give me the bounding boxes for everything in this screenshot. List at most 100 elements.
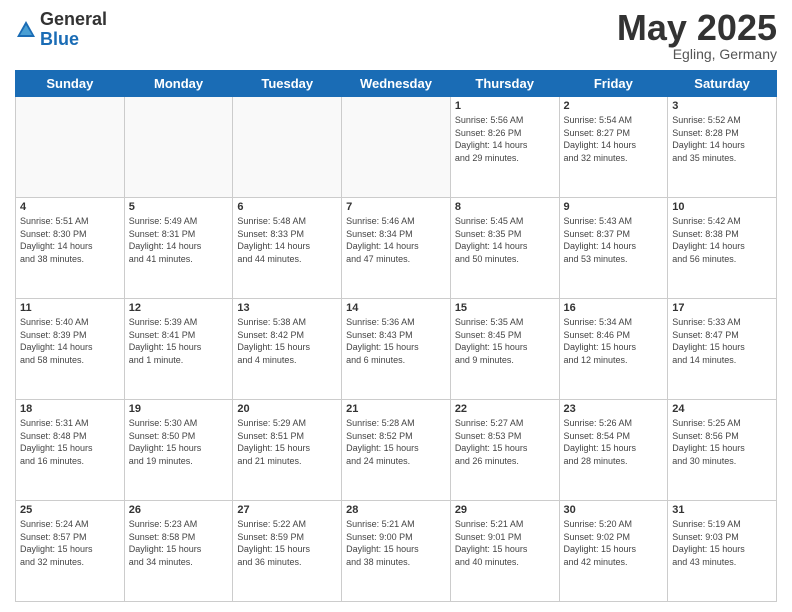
day-number: 26 <box>129 504 229 516</box>
day-info: Sunrise: 5:46 AM Sunset: 8:34 PM Dayligh… <box>346 215 446 265</box>
day-number: 3 <box>672 100 772 112</box>
day-number: 25 <box>20 504 120 516</box>
day-info: Sunrise: 5:43 AM Sunset: 8:37 PM Dayligh… <box>564 215 664 265</box>
table-row <box>16 97 125 198</box>
day-number: 30 <box>564 504 664 516</box>
location: Egling, Germany <box>617 46 777 62</box>
table-row: 31 Sunrise: 5:19 AM Sunset: 9:03 PM Dayli… <box>668 501 777 602</box>
day-number: 15 <box>455 302 555 314</box>
day-info: Sunrise: 5:51 AM Sunset: 8:30 PM Dayligh… <box>20 215 120 265</box>
day-info: Sunrise: 5:49 AM Sunset: 8:31 PM Dayligh… <box>129 215 229 265</box>
day-number: 9 <box>564 201 664 213</box>
logo-text: General Blue <box>40 10 107 50</box>
calendar-week-1: 4 Sunrise: 5:51 AM Sunset: 8:30 PM Daylig… <box>16 198 777 299</box>
calendar-week-4: 25Sunrise: 5:24 AM Sunset: 8:57 PM Dayli… <box>16 501 777 602</box>
calendar-table: Sunday Monday Tuesday Wednesday Thursday… <box>15 70 777 602</box>
day-number: 11 <box>20 302 120 314</box>
day-number: 18 <box>20 403 120 415</box>
day-info: Sunrise: 5:52 AM Sunset: 8:28 PM Dayligh… <box>672 114 772 164</box>
calendar-week-0: 1 Sunrise: 5:56 AM Sunset: 8:26 PM Daylig… <box>16 97 777 198</box>
day-info: Sunrise: 5:19 AM Sunset: 9:03 PM Dayligh… <box>672 518 772 568</box>
table-row: 10 Sunrise: 5:42 AM Sunset: 8:38 PM Dayli… <box>668 198 777 299</box>
table-row: 11 Sunrise: 5:40 AM Sunset: 8:39 PM Dayli… <box>16 299 125 400</box>
table-row: 2 Sunrise: 5:54 AM Sunset: 8:27 PM Daylig… <box>559 97 668 198</box>
table-row: 29Sunrise: 5:21 AM Sunset: 9:01 PM Dayli… <box>450 501 559 602</box>
table-row: 15 Sunrise: 5:35 AM Sunset: 8:45 PM Dayli… <box>450 299 559 400</box>
day-number: 13 <box>237 302 337 314</box>
day-number: 4 <box>20 201 120 213</box>
day-number: 5 <box>129 201 229 213</box>
col-monday: Monday <box>124 71 233 97</box>
day-number: 10 <box>672 201 772 213</box>
logo: General Blue <box>15 10 107 50</box>
day-number: 31 <box>672 504 772 516</box>
day-info: Sunrise: 5:28 AM Sunset: 8:52 PM Dayligh… <box>346 417 446 467</box>
day-info: Sunrise: 5:38 AM Sunset: 8:42 PM Dayligh… <box>237 316 337 366</box>
table-row: 25Sunrise: 5:24 AM Sunset: 8:57 PM Dayli… <box>16 501 125 602</box>
month-title: May 2025 <box>617 10 777 46</box>
table-row: 5 Sunrise: 5:49 AM Sunset: 8:31 PM Daylig… <box>124 198 233 299</box>
day-info: Sunrise: 5:36 AM Sunset: 8:43 PM Dayligh… <box>346 316 446 366</box>
table-row: 21 Sunrise: 5:28 AM Sunset: 8:52 PM Dayli… <box>342 400 451 501</box>
day-info: Sunrise: 5:42 AM Sunset: 8:38 PM Dayligh… <box>672 215 772 265</box>
day-number: 1 <box>455 100 555 112</box>
col-sunday: Sunday <box>16 71 125 97</box>
table-row: 9 Sunrise: 5:43 AM Sunset: 8:37 PM Daylig… <box>559 198 668 299</box>
day-info: Sunrise: 5:30 AM Sunset: 8:50 PM Dayligh… <box>129 417 229 467</box>
logo-blue: Blue <box>40 30 107 50</box>
table-row: 13 Sunrise: 5:38 AM Sunset: 8:42 PM Dayli… <box>233 299 342 400</box>
day-number: 20 <box>237 403 337 415</box>
col-wednesday: Wednesday <box>342 71 451 97</box>
col-saturday: Saturday <box>668 71 777 97</box>
day-info: Sunrise: 5:54 AM Sunset: 8:27 PM Dayligh… <box>564 114 664 164</box>
day-number: 12 <box>129 302 229 314</box>
day-number: 7 <box>346 201 446 213</box>
day-info: Sunrise: 5:39 AM Sunset: 8:41 PM Dayligh… <box>129 316 229 366</box>
logo-general: General <box>40 10 107 30</box>
table-row: 1 Sunrise: 5:56 AM Sunset: 8:26 PM Daylig… <box>450 97 559 198</box>
table-row: 6Sunrise: 5:48 AM Sunset: 8:33 PM Daylig… <box>233 198 342 299</box>
table-row: 23Sunrise: 5:26 AM Sunset: 8:54 PM Dayli… <box>559 400 668 501</box>
day-info: Sunrise: 5:45 AM Sunset: 8:35 PM Dayligh… <box>455 215 555 265</box>
day-info: Sunrise: 5:27 AM Sunset: 8:53 PM Dayligh… <box>455 417 555 467</box>
table-row: 27 Sunrise: 5:22 AM Sunset: 8:59 PM Dayli… <box>233 501 342 602</box>
day-number: 17 <box>672 302 772 314</box>
table-row: 30 Sunrise: 5:20 AM Sunset: 9:02 PM Dayli… <box>559 501 668 602</box>
table-row: 18 Sunrise: 5:31 AM Sunset: 8:48 PM Dayli… <box>16 400 125 501</box>
day-number: 16 <box>564 302 664 314</box>
table-row: 17 Sunrise: 5:33 AM Sunset: 8:47 PM Dayli… <box>668 299 777 400</box>
table-row: 8 Sunrise: 5:45 AM Sunset: 8:35 PM Daylig… <box>450 198 559 299</box>
table-row <box>124 97 233 198</box>
day-number: 6 <box>237 201 337 213</box>
day-number: 27 <box>237 504 337 516</box>
day-number: 2 <box>564 100 664 112</box>
day-number: 21 <box>346 403 446 415</box>
day-number: 24 <box>672 403 772 415</box>
table-row: 3 Sunrise: 5:52 AM Sunset: 8:28 PM Daylig… <box>668 97 777 198</box>
table-row: 7 Sunrise: 5:46 AM Sunset: 8:34 PM Daylig… <box>342 198 451 299</box>
title-block: May 2025 Egling, Germany <box>617 10 777 62</box>
day-info: Sunrise: 5:22 AM Sunset: 8:59 PM Dayligh… <box>237 518 337 568</box>
page: General Blue May 2025 Egling, Germany Su… <box>0 0 792 612</box>
day-number: 8 <box>455 201 555 213</box>
day-info: Sunrise: 5:21 AM Sunset: 9:01 PM Dayligh… <box>455 518 555 568</box>
day-info: Sunrise: 5:56 AM Sunset: 8:26 PM Dayligh… <box>455 114 555 164</box>
table-row: 12 Sunrise: 5:39 AM Sunset: 8:41 PM Dayli… <box>124 299 233 400</box>
logo-icon <box>15 19 37 41</box>
table-row: 22 Sunrise: 5:27 AM Sunset: 8:53 PM Dayli… <box>450 400 559 501</box>
day-info: Sunrise: 5:26 AM Sunset: 8:54 PM Dayligh… <box>564 417 664 467</box>
day-number: 22 <box>455 403 555 415</box>
table-row <box>233 97 342 198</box>
table-row <box>342 97 451 198</box>
day-info: Sunrise: 5:40 AM Sunset: 8:39 PM Dayligh… <box>20 316 120 366</box>
table-row: 26Sunrise: 5:23 AM Sunset: 8:58 PM Dayli… <box>124 501 233 602</box>
table-row: 4 Sunrise: 5:51 AM Sunset: 8:30 PM Daylig… <box>16 198 125 299</box>
calendar-week-2: 11 Sunrise: 5:40 AM Sunset: 8:39 PM Dayli… <box>16 299 777 400</box>
day-info: Sunrise: 5:31 AM Sunset: 8:48 PM Dayligh… <box>20 417 120 467</box>
day-number: 19 <box>129 403 229 415</box>
day-number: 14 <box>346 302 446 314</box>
day-info: Sunrise: 5:20 AM Sunset: 9:02 PM Dayligh… <box>564 518 664 568</box>
day-number: 28 <box>346 504 446 516</box>
day-info: Sunrise: 5:35 AM Sunset: 8:45 PM Dayligh… <box>455 316 555 366</box>
day-info: Sunrise: 5:33 AM Sunset: 8:47 PM Dayligh… <box>672 316 772 366</box>
